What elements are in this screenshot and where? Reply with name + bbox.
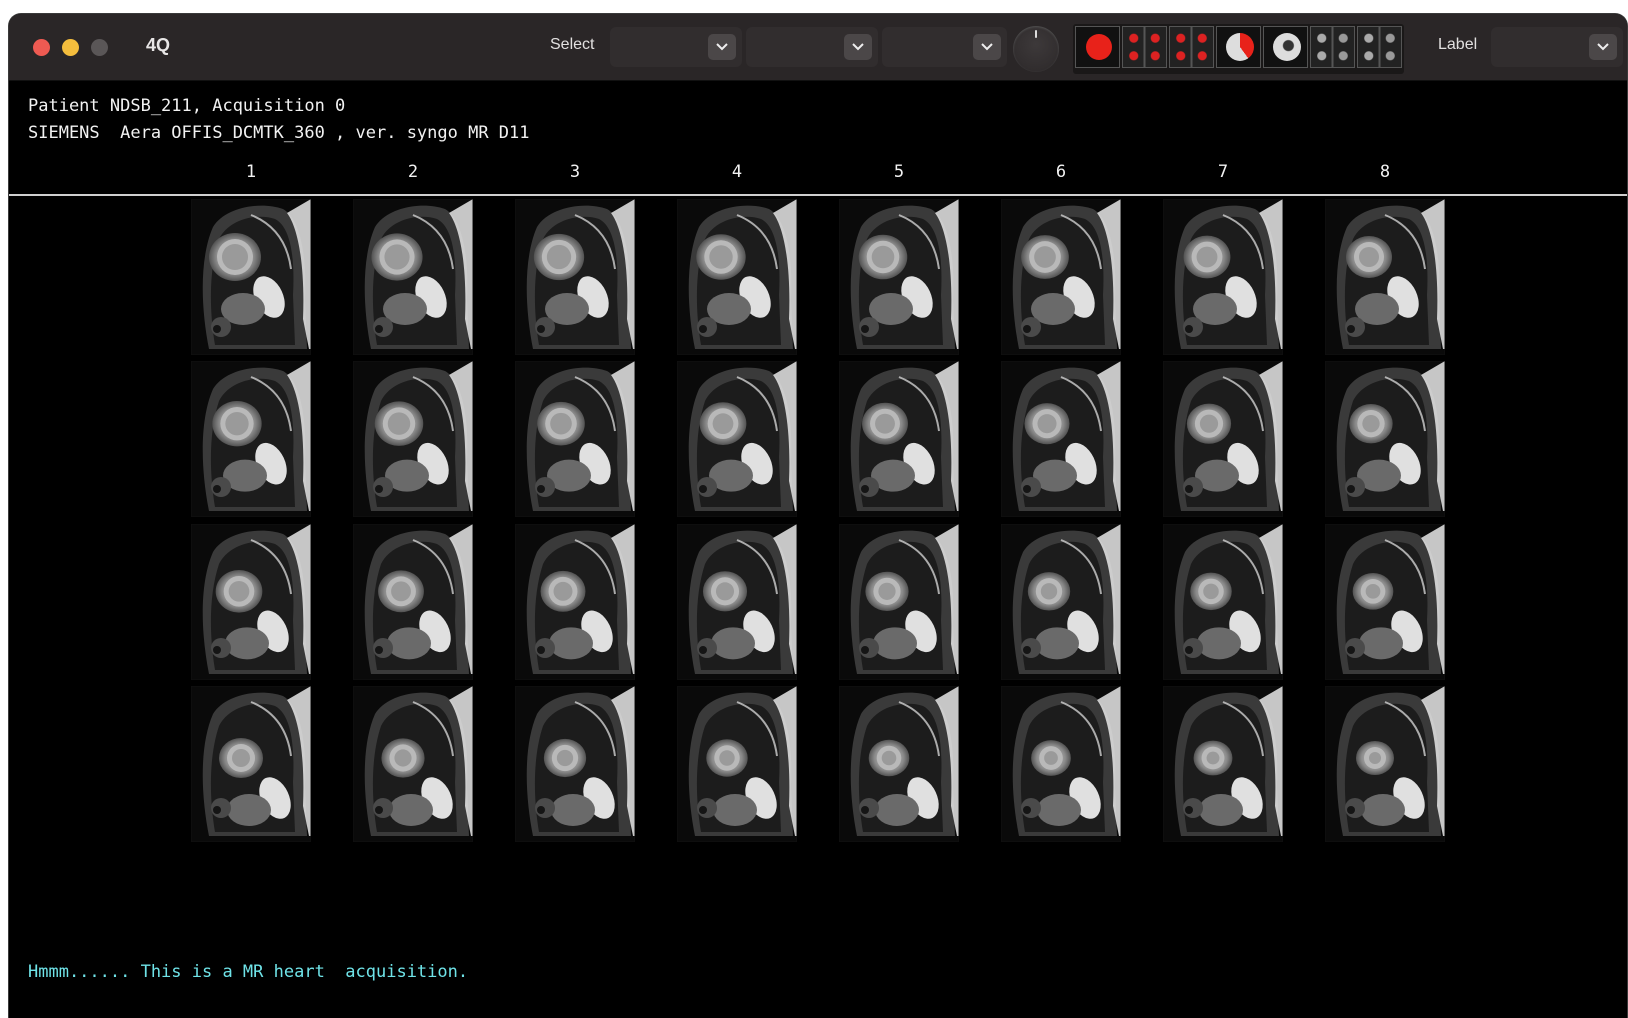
mri-slice-r3-c4[interactable] <box>677 524 797 680</box>
mri-slice-r1-c5[interactable] <box>839 199 959 355</box>
heart-white-thumbnail[interactable] <box>1263 26 1308 68</box>
mri-slice-r4-c1[interactable] <box>191 686 311 842</box>
mri-slice-r3-c5[interactable] <box>839 524 959 680</box>
title-bar: 4Q Select Label <box>9 14 1627 81</box>
four-panel-thumbnail[interactable] <box>1122 26 1167 68</box>
mri-slice-r1-c8[interactable] <box>1325 199 1445 355</box>
column-number-1: 1 <box>245 162 257 182</box>
chevron-down-icon[interactable] <box>844 34 872 60</box>
column-number-2: 2 <box>407 162 419 182</box>
column-number-7: 7 <box>1217 162 1229 182</box>
chevron-down-icon[interactable] <box>708 34 736 60</box>
mri-slice-r3-c3[interactable] <box>515 524 635 680</box>
patient-info: Patient NDSB_211, Acquisition 0 <box>28 96 346 116</box>
mri-slice-r2-c4[interactable] <box>677 361 797 517</box>
mri-slice-r2-c7[interactable] <box>1163 361 1283 517</box>
select-dropdown-2[interactable] <box>746 27 878 67</box>
mri-slice-r3-c1[interactable] <box>191 524 311 680</box>
mri-slice-r4-c6[interactable] <box>1001 686 1121 842</box>
mri-slice-r2-c3[interactable] <box>515 361 635 517</box>
mri-slice-r2-c8[interactable] <box>1325 361 1445 517</box>
window-title: 4Q <box>146 35 171 55</box>
mri-slice-r1-c4[interactable] <box>677 199 797 355</box>
rotary-knob[interactable] <box>1013 26 1059 72</box>
mri-slice-r3-c8[interactable] <box>1325 524 1445 680</box>
mri-slice-r1-c3[interactable] <box>515 199 635 355</box>
app-window: 4Q Select Label Patient NDSB_211, Acquis… <box>9 14 1627 1018</box>
mri-slice-r4-c3[interactable] <box>515 686 635 842</box>
four-panel-thumbnail[interactable] <box>1169 26 1214 68</box>
minimize-button[interactable] <box>62 39 79 56</box>
scanner-info: SIEMENS Aera OFFIS_DCMTK_360 , ver. syng… <box>28 123 530 143</box>
knob-indicator <box>1035 30 1037 38</box>
mri-slice-r1-c2[interactable] <box>353 199 473 355</box>
column-number-5: 5 <box>893 162 905 182</box>
mri-slice-r4-c2[interactable] <box>353 686 473 842</box>
select-dropdown-1[interactable] <box>610 27 742 67</box>
heart-half-red-thumbnail[interactable] <box>1216 26 1261 68</box>
label-dropdown[interactable] <box>1491 27 1623 67</box>
four-panel-bw-thumbnail[interactable] <box>1310 26 1355 68</box>
mri-slice-r3-c6[interactable] <box>1001 524 1121 680</box>
mri-slice-r1-c1[interactable] <box>191 199 311 355</box>
label-label: Label <box>1438 36 1478 53</box>
chevron-down-icon[interactable] <box>1589 34 1617 60</box>
maximize-button[interactable] <box>91 39 108 56</box>
mri-slice-r2-c1[interactable] <box>191 361 311 517</box>
mri-slice-r1-c6[interactable] <box>1001 199 1121 355</box>
thumbnail-strip <box>1073 24 1404 74</box>
mri-slice-r2-c5[interactable] <box>839 361 959 517</box>
mri-slice-r1-c7[interactable] <box>1163 199 1283 355</box>
mri-slice-r4-c5[interactable] <box>839 686 959 842</box>
four-panel-bw-thumbnail[interactable] <box>1357 26 1402 68</box>
header-divider <box>9 194 1627 196</box>
mri-slice-r4-c7[interactable] <box>1163 686 1283 842</box>
select-dropdown-3[interactable] <box>882 27 1007 67</box>
column-number-6: 6 <box>1055 162 1067 182</box>
column-number-8: 8 <box>1379 162 1391 182</box>
close-button[interactable] <box>33 39 50 56</box>
mri-slice-r3-c7[interactable] <box>1163 524 1283 680</box>
mri-slice-r3-c2[interactable] <box>353 524 473 680</box>
chevron-down-icon[interactable] <box>973 34 1001 60</box>
mri-slice-r4-c4[interactable] <box>677 686 797 842</box>
heart-red-overlay-thumbnail[interactable] <box>1075 26 1120 68</box>
status-message: Hmmm...... This is a MR heart acquisitio… <box>28 962 469 982</box>
column-number-3: 3 <box>569 162 581 182</box>
mri-slice-r2-c6[interactable] <box>1001 361 1121 517</box>
mri-slice-r2-c2[interactable] <box>353 361 473 517</box>
select-label: Select <box>550 36 595 53</box>
mri-slice-r4-c8[interactable] <box>1325 686 1445 842</box>
column-number-4: 4 <box>731 162 743 182</box>
